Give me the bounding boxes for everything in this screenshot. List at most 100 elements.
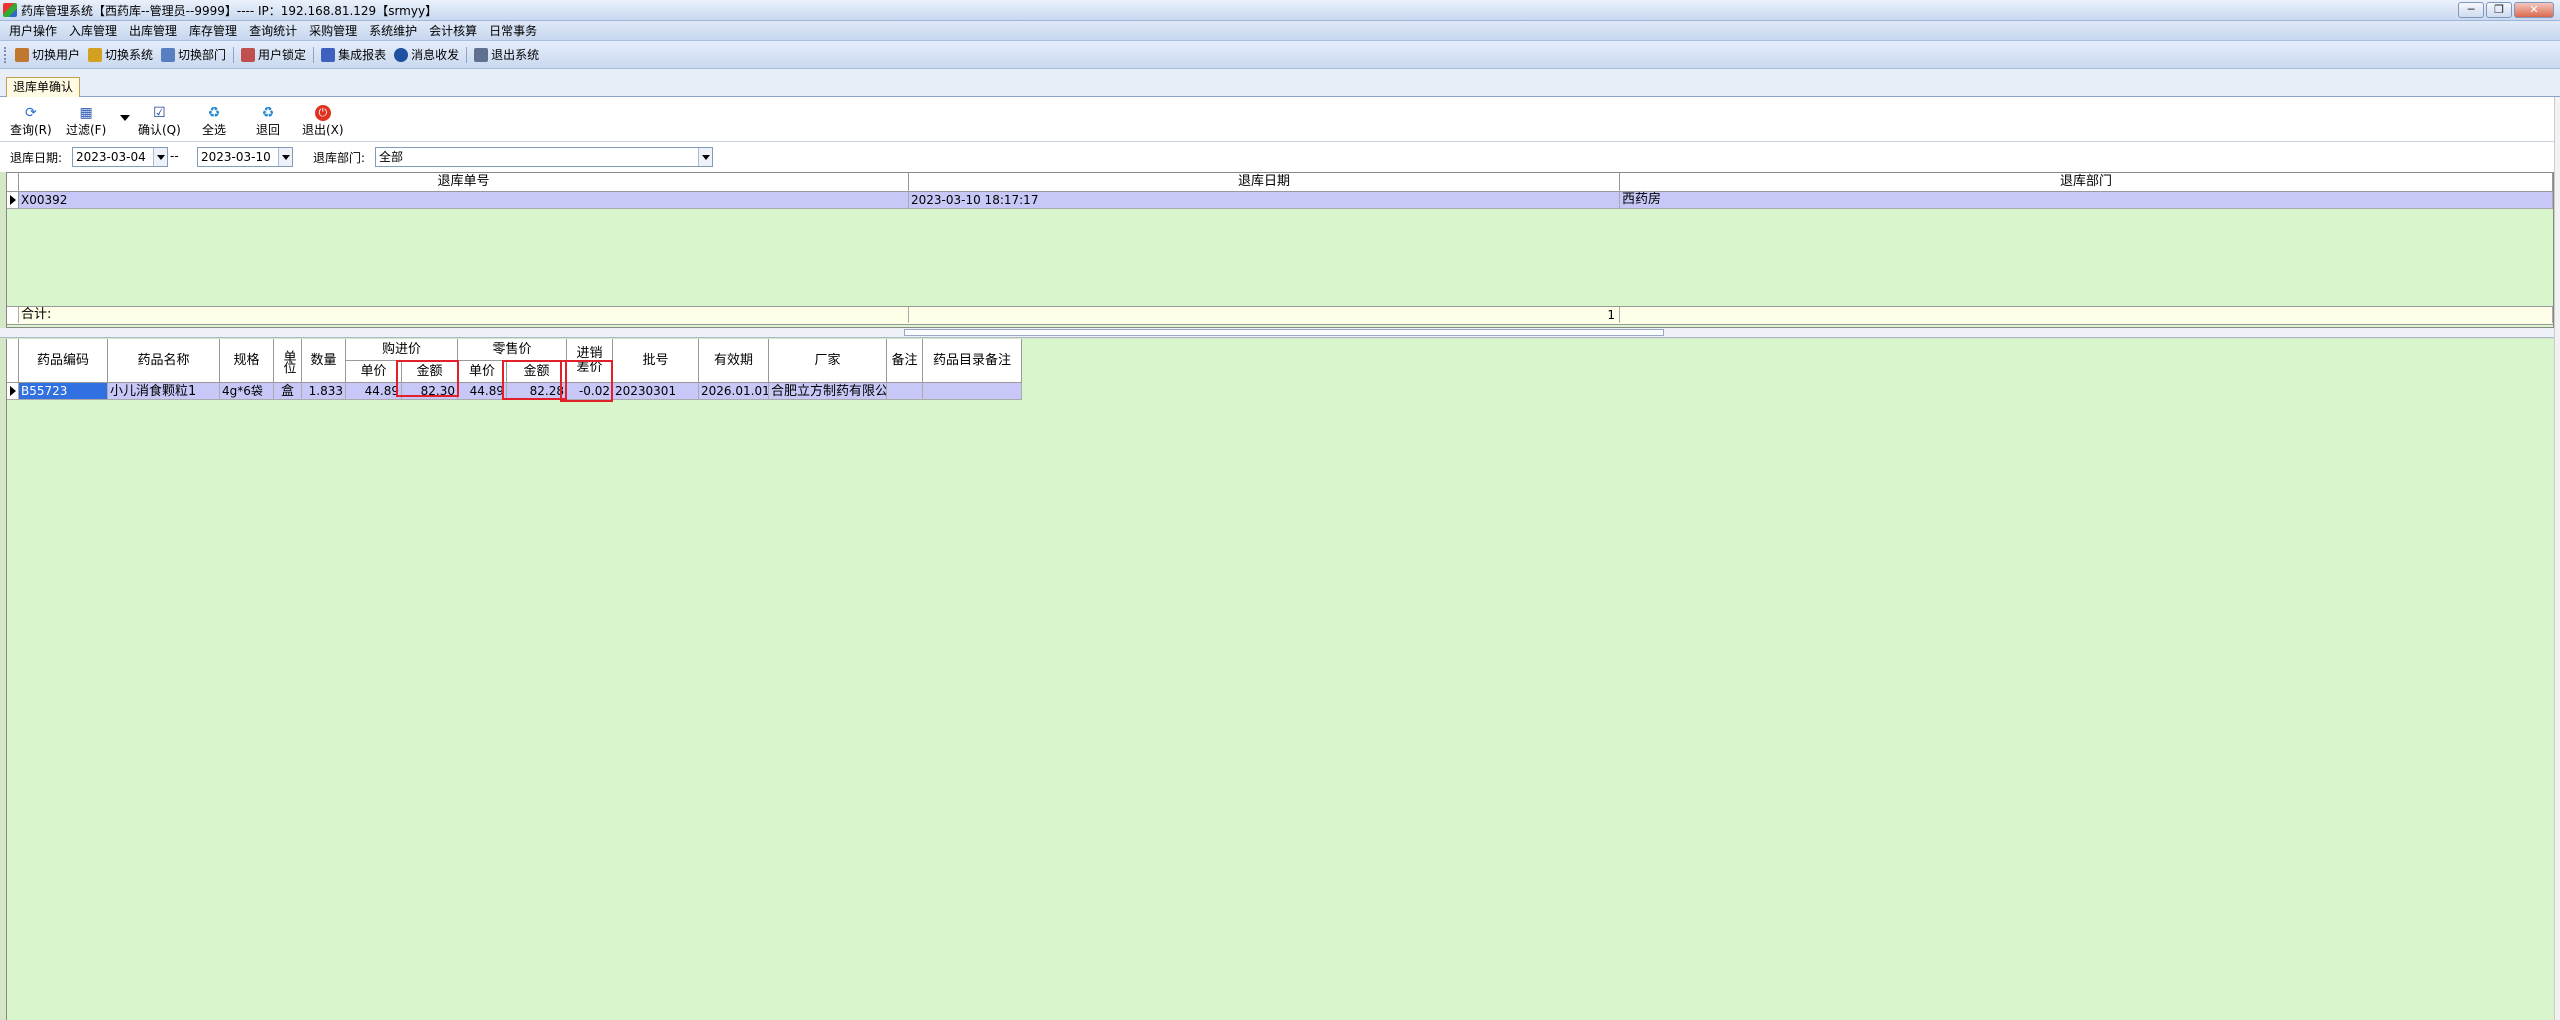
tab-return-confirm[interactable]: 退库单确认 <box>6 77 81 97</box>
total-count: 1 <box>909 307 1620 323</box>
toolbar-separator <box>233 46 235 63</box>
switch-department-button[interactable]: 切换部门 <box>157 46 230 63</box>
cell-expiry[interactable]: 2026.01.01 <box>699 383 769 400</box>
column-retail-amount[interactable]: 金额 <box>507 361 567 383</box>
column-purchase-amount[interactable]: 金额 <box>402 361 458 383</box>
cell-note[interactable] <box>887 383 923 400</box>
cell-return-number[interactable]: X00392 <box>19 192 909 208</box>
cell-purchase-unit-price[interactable]: 44.89 <box>346 383 402 400</box>
exit-icon <box>474 47 489 62</box>
grid-header: 退库单号 退库日期 退库部门 <box>7 173 2553 192</box>
column-expiry[interactable]: 有效期 <box>699 339 769 383</box>
cell-quantity[interactable]: 1.833 <box>302 383 346 400</box>
switch-system-label: 切换系统 <box>105 48 154 62</box>
column-return-number[interactable]: 退库单号 <box>19 173 909 191</box>
action-toolbar: ⟳ 查询(R) ▦ 过滤(F) ☑ 确认(Q) ♻ 全选 ♻ 退回 ⏻ 退出(X… <box>0 97 2560 142</box>
cell-drug-code[interactable]: B55723 <box>19 383 108 400</box>
select-all-button[interactable]: ♻ 全选 <box>202 105 226 137</box>
confirm-button[interactable]: ☑ 确认(Q) <box>138 105 181 137</box>
messages-button[interactable]: 消息收发 <box>390 46 463 63</box>
column-note[interactable]: 备注 <box>887 339 923 383</box>
cell-retail-amount[interactable]: 82.28 <box>507 383 567 400</box>
recycle-icon: ♻ <box>207 105 221 121</box>
vertical-scrollbar[interactable] <box>2554 97 2560 1020</box>
chevron-down-icon[interactable] <box>698 148 712 166</box>
column-batch[interactable]: 批号 <box>613 339 699 383</box>
column-drug-code[interactable]: 药品编码 <box>19 339 108 383</box>
table-row[interactable]: X00392 2023-03-10 18:17:17 西药房 <box>7 192 2553 209</box>
menu-inventory[interactable]: 库存管理 <box>184 22 244 39</box>
column-group-retail: 零售价 <box>458 339 567 361</box>
column-retail-unit-price[interactable]: 单价 <box>458 361 507 383</box>
column-spec[interactable]: 规格 <box>220 339 274 383</box>
cell-return-dept[interactable]: 西药房 <box>1620 192 2553 208</box>
cell-purchase-amount[interactable]: 82.30 <box>402 383 458 400</box>
close-button[interactable]: ✕ <box>2514 2 2554 18</box>
filter-dropdown-icon[interactable] <box>120 115 130 121</box>
return-dept-label: 退库部门: <box>313 151 366 165</box>
switch-system-button[interactable]: 切换系统 <box>84 46 157 63</box>
cell-spec[interactable]: 4g*6袋 <box>220 383 274 400</box>
filter-grid-icon: ▦ <box>79 105 93 121</box>
toolbar-grip[interactable] <box>4 46 7 63</box>
query-button[interactable]: ⟳ 查询(R) <box>10 105 52 137</box>
column-quantity[interactable]: 数量 <box>302 339 346 383</box>
menu-query-stats[interactable]: 查询统计 <box>244 22 304 39</box>
exit-button[interactable]: ⏻ 退出(X) <box>302 105 344 137</box>
cell-return-date[interactable]: 2023-03-10 18:17:17 <box>909 192 1620 208</box>
menu-daily[interactable]: 日常事务 <box>484 22 544 39</box>
date-to-picker[interactable]: 2023-03-10 <box>197 147 293 167</box>
toolbar-separator <box>466 46 468 63</box>
cell-unit[interactable]: 盒 <box>274 383 302 400</box>
total-indicator <box>7 307 19 323</box>
column-return-date[interactable]: 退库日期 <box>909 173 1620 191</box>
menu-stock-out[interactable]: 出库管理 <box>124 22 184 39</box>
filter-label: 过滤(F) <box>66 123 107 137</box>
column-drug-name[interactable]: 药品名称 <box>108 339 220 383</box>
document-tab-strip: 退库单确认 <box>0 69 2560 97</box>
date-range-separator: -- <box>170 149 179 163</box>
grid-splitter[interactable] <box>0 328 2560 338</box>
return-button[interactable]: ♻ 退回 <box>256 105 280 137</box>
switch-system-icon <box>88 47 103 62</box>
cell-manufacturer[interactable]: 合肥立方制药有限公司 <box>769 383 887 400</box>
column-unit[interactable]: 单位 <box>274 339 302 383</box>
quick-toolbar: 切换用户 切换系统 切换部门 用户锁定 集成报表 消息收发 退出系统 <box>0 41 2560 69</box>
total-label: 合计: <box>19 307 909 323</box>
column-manufacturer[interactable]: 厂家 <box>769 339 887 383</box>
chevron-down-icon[interactable] <box>278 148 292 166</box>
cell-retail-unit-price[interactable]: 44.89 <box>458 383 507 400</box>
filter-button[interactable]: ▦ 过滤(F) <box>66 105 106 137</box>
power-icon: ⏻ <box>314 105 331 121</box>
exit-system-button[interactable]: 退出系统 <box>470 46 543 63</box>
restore-button[interactable]: ❐ <box>2486 2 2512 18</box>
menu-purchase[interactable]: 采购管理 <box>304 22 364 39</box>
integrated-report-button[interactable]: 集成报表 <box>317 46 390 63</box>
cell-price-diff[interactable]: -0.02 <box>567 383 613 400</box>
app-logo-icon <box>3 3 17 17</box>
return-order-grid: 退库单号 退库日期 退库部门 X00392 2023-03-10 18:17:1… <box>6 172 2554 328</box>
department-select[interactable]: 全部 <box>375 147 713 167</box>
column-return-dept[interactable]: 退库部门 <box>1620 173 2553 191</box>
column-purchase-unit-price[interactable]: 单价 <box>346 361 402 383</box>
lock-user-button[interactable]: 用户锁定 <box>237 46 310 63</box>
chevron-down-icon[interactable] <box>153 148 167 166</box>
switch-user-button[interactable]: 切换用户 <box>11 46 84 63</box>
cell-drug-name[interactable]: 小儿消食颗粒1 <box>108 383 220 400</box>
date-from-picker[interactable]: 2023-03-04 <box>72 147 168 167</box>
column-catalog-note[interactable]: 药品目录备注 <box>923 339 1022 383</box>
splitter-handle[interactable] <box>904 329 1664 336</box>
window-controls: ─ ❐ ✕ <box>2458 2 2554 18</box>
users-icon <box>15 47 29 62</box>
column-price-diff[interactable]: 进销差价 <box>567 339 613 383</box>
menu-accounting[interactable]: 会计核算 <box>424 22 484 39</box>
lock-user-label: 用户锁定 <box>258 48 307 62</box>
menu-stock-in[interactable]: 入库管理 <box>64 22 124 39</box>
report-icon <box>321 47 336 62</box>
menu-maintenance[interactable]: 系统维护 <box>364 22 424 39</box>
cell-catalog-note[interactable] <box>923 383 1022 400</box>
query-label: 查询(R) <box>10 123 52 137</box>
minimize-button[interactable]: ─ <box>2458 2 2484 18</box>
cell-batch[interactable]: 20230301 <box>613 383 699 400</box>
menu-user-ops[interactable]: 用户操作 <box>4 22 64 39</box>
